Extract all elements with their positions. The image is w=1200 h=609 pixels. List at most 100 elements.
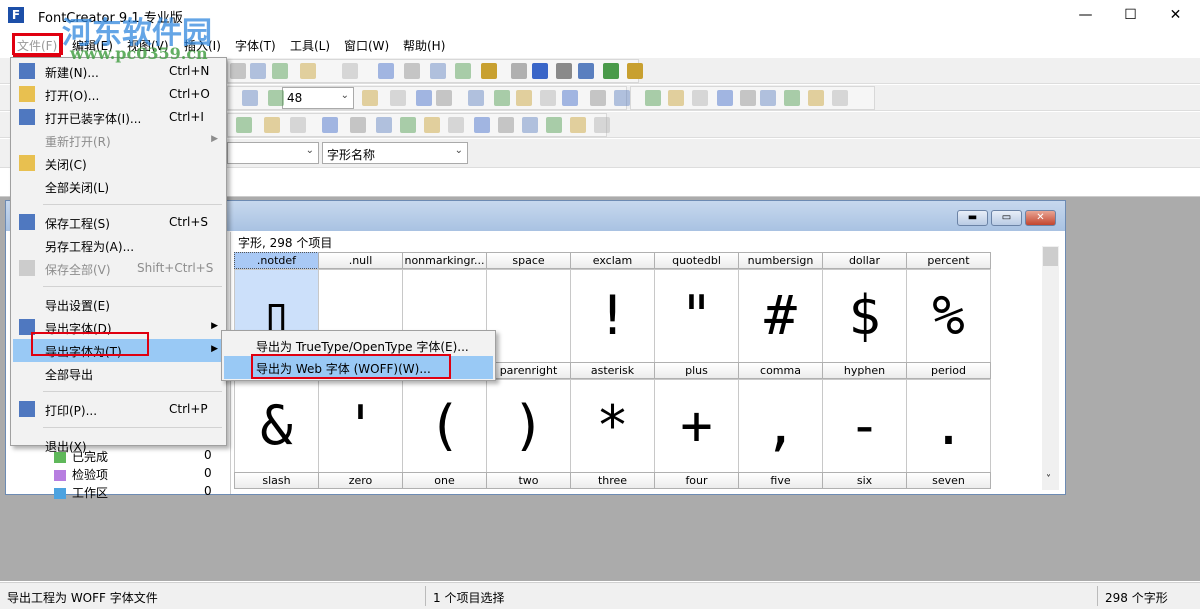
- glyph-cell[interactable]: #: [738, 269, 823, 363]
- toolbar-tool-icon[interactable]: [570, 117, 586, 133]
- toolbar-tool-icon[interactable]: [540, 90, 556, 106]
- glyph-name-header[interactable]: space: [486, 252, 571, 269]
- glyph-name-header[interactable]: seven: [906, 472, 991, 489]
- toolbar-tool-icon[interactable]: [808, 90, 824, 106]
- glyph-cell[interactable]: ": [654, 269, 739, 363]
- glyph-filter-combo[interactable]: ⌄: [227, 142, 319, 164]
- toolbar-tool-icon[interactable]: [236, 117, 252, 133]
- tree-item[interactable]: 工作区: [54, 484, 108, 501]
- glyph-name-header[interactable]: comma: [738, 362, 823, 379]
- file-menu-item[interactable]: 保存工程(S) Ctrl+S: [13, 211, 224, 234]
- toolbar-tool-icon[interactable]: [342, 63, 358, 79]
- glyph-name-header[interactable]: nonmarkingr...: [402, 252, 487, 269]
- toolbar-tool-icon[interactable]: [242, 90, 258, 106]
- toolbar-tool-icon[interactable]: [562, 90, 578, 106]
- file-menu-item[interactable]: 打开(O)... Ctrl+O: [13, 83, 224, 106]
- toolbar-tool-icon[interactable]: [494, 90, 510, 106]
- toolbar-tool-icon[interactable]: [668, 90, 684, 106]
- tree-item[interactable]: 检验项: [54, 466, 108, 483]
- toolbar-tool-icon[interactable]: [578, 63, 594, 79]
- glyph-name-header[interactable]: zero: [318, 472, 403, 489]
- glyph-name-header[interactable]: two: [486, 472, 571, 489]
- font-window-minimize-button[interactable]: ▬: [957, 210, 988, 226]
- toolbar-tool-icon[interactable]: [692, 90, 708, 106]
- file-menu-item[interactable]: 打开已装字体(I)... Ctrl+I: [13, 106, 224, 129]
- glyph-cell[interactable]: ,: [738, 379, 823, 473]
- toolbar-tool-icon[interactable]: [474, 117, 490, 133]
- glyph-cell[interactable]: .: [906, 379, 991, 473]
- toolbar-tool-icon[interactable]: [400, 117, 416, 133]
- toolbar-tool-icon[interactable]: [455, 63, 471, 79]
- glyph-cell[interactable]: [486, 269, 571, 363]
- glyph-cell[interactable]: (: [402, 379, 487, 473]
- glyph-name-header[interactable]: percent: [906, 252, 991, 269]
- glyph-cell[interactable]: $: [822, 269, 907, 363]
- glyph-name-header[interactable]: numbersign: [738, 252, 823, 269]
- toolbar-tool-icon[interactable]: [645, 90, 661, 106]
- file-menu-item[interactable]: 导出设置(E): [13, 293, 224, 316]
- glyph-cell[interactable]: !: [570, 269, 655, 363]
- toolbar-tool-icon[interactable]: [717, 90, 733, 106]
- glyph-name-header[interactable]: hyphen: [822, 362, 907, 379]
- glyph-name-header[interactable]: three: [570, 472, 655, 489]
- glyph-name-header[interactable]: period: [906, 362, 991, 379]
- toolbar-tool-icon[interactable]: [300, 63, 316, 79]
- toolbar-tool-icon[interactable]: [448, 117, 464, 133]
- toolbar-tool-icon[interactable]: [516, 90, 532, 106]
- file-menu-item[interactable]: 全部导出: [13, 362, 224, 385]
- glyph-name-header[interactable]: plus: [654, 362, 739, 379]
- file-menu-item[interactable]: 关闭(C): [13, 152, 224, 175]
- glyph-cell[interactable]: ): [486, 379, 571, 473]
- toolbar-tool-icon[interactable]: [522, 117, 538, 133]
- toolbar-tool-icon[interactable]: [498, 117, 514, 133]
- toolbar-tool-icon[interactable]: [546, 117, 562, 133]
- menu-7[interactable]: 帮助(H): [401, 36, 447, 55]
- toolbar-tool-icon[interactable]: [424, 117, 440, 133]
- glyph-cell[interactable]: +: [654, 379, 739, 473]
- scroll-down-icon[interactable]: ˅: [1046, 474, 1051, 485]
- toolbar-tool-icon[interactable]: [532, 63, 548, 79]
- file-menu-item[interactable]: 新建(N)... Ctrl+N: [13, 60, 224, 83]
- file-menu-item[interactable]: 全部关闭(L): [13, 175, 224, 198]
- toolbar-tool-icon[interactable]: [390, 90, 406, 106]
- toolbar-tool-icon[interactable]: [350, 117, 366, 133]
- glyph-name-header[interactable]: .null: [318, 252, 403, 269]
- toolbar-tool-icon[interactable]: [268, 90, 284, 106]
- glyph-name-header[interactable]: quotedbl: [654, 252, 739, 269]
- menu-4[interactable]: 字体(T): [233, 36, 278, 55]
- glyph-name-header[interactable]: .notdef: [234, 252, 319, 269]
- toolbar-tool-icon[interactable]: [290, 117, 306, 133]
- glyph-cell[interactable]: &: [234, 379, 319, 473]
- file-menu-item[interactable]: 退出(X): [13, 434, 224, 457]
- glyph-name-header[interactable]: four: [654, 472, 739, 489]
- glyph-name-header[interactable]: parenright: [486, 362, 571, 379]
- minimize-button[interactable]: —: [1063, 0, 1108, 30]
- toolbar-tool-icon[interactable]: [556, 63, 572, 79]
- glyph-name-header[interactable]: asterisk: [570, 362, 655, 379]
- toolbar-tool-icon[interactable]: [430, 63, 446, 79]
- toolbar-tool-icon[interactable]: [322, 117, 338, 133]
- close-button[interactable]: ✕: [1153, 0, 1198, 30]
- toolbar-tool-icon[interactable]: [436, 90, 452, 106]
- toolbar-tool-icon[interactable]: [784, 90, 800, 106]
- scrollbar-thumb[interactable]: [1043, 247, 1058, 266]
- vertical-scrollbar[interactable]: ˄ ˅: [1042, 246, 1059, 490]
- zoom-level-combo[interactable]: 48 ⌄: [282, 87, 354, 109]
- toolbar-tool-icon[interactable]: [760, 90, 776, 106]
- toolbar-tool-icon[interactable]: [416, 90, 432, 106]
- toolbar-tool-icon[interactable]: [376, 117, 392, 133]
- glyph-cell[interactable]: -: [822, 379, 907, 473]
- glyph-name-header[interactable]: exclam: [570, 252, 655, 269]
- toolbar-tool-icon[interactable]: [404, 63, 420, 79]
- toolbar-tool-icon[interactable]: [250, 63, 266, 79]
- toolbar-tool-icon[interactable]: [481, 63, 497, 79]
- toolbar-tool-icon[interactable]: [264, 117, 280, 133]
- toolbar-tool-icon[interactable]: [378, 63, 394, 79]
- glyph-name-header[interactable]: slash: [234, 472, 319, 489]
- toolbar-tool-icon[interactable]: [272, 63, 288, 79]
- toolbar-tool-icon[interactable]: [362, 90, 378, 106]
- glyph-name-header[interactable]: six: [822, 472, 907, 489]
- file-menu-item[interactable]: 打印(P)... Ctrl+P: [13, 398, 224, 421]
- toolbar-tool-icon[interactable]: [594, 117, 610, 133]
- menu-6[interactable]: 窗口(W): [342, 36, 391, 55]
